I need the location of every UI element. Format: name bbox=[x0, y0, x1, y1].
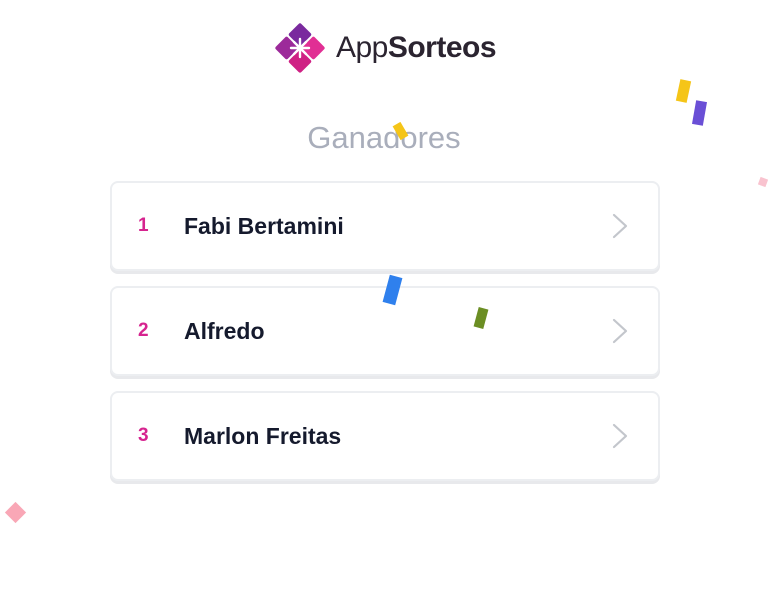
app-logo: AppSorteos bbox=[0, 20, 768, 76]
page-title: Ganadores bbox=[307, 120, 461, 155]
winners-list: 1 Fabi Bertamini 2 Alfredo 3 Marlon Frei… bbox=[110, 181, 662, 496]
confetti-piece bbox=[757, 176, 768, 188]
sparkle-diamond-logo-icon bbox=[275, 23, 325, 73]
winner-name: Alfredo bbox=[184, 317, 265, 344]
winner-row[interactable]: 1 Fabi Bertamini bbox=[110, 181, 660, 271]
winner-rank: 1 bbox=[138, 215, 149, 236]
chevron-right-icon bbox=[612, 423, 628, 449]
app-name: AppSorteos bbox=[335, 20, 497, 76]
winner-row[interactable]: 3 Marlon Freitas bbox=[110, 391, 660, 481]
chevron-right-icon bbox=[612, 318, 628, 344]
winner-rank: 2 bbox=[138, 320, 149, 341]
chevron-right-icon bbox=[612, 213, 628, 239]
confetti-piece bbox=[4, 501, 27, 524]
winner-name: Marlon Freitas bbox=[184, 422, 342, 449]
app-name-light: App bbox=[335, 31, 388, 64]
winners-page: AppSorteos Ganadores 1 Fabi Bertamini 2 … bbox=[0, 0, 768, 610]
app-name-bold: Sorteos bbox=[387, 31, 497, 64]
winner-name: Fabi Bertamini bbox=[184, 212, 344, 239]
confetti-piece bbox=[675, 79, 692, 103]
winner-rank: 3 bbox=[138, 425, 149, 446]
